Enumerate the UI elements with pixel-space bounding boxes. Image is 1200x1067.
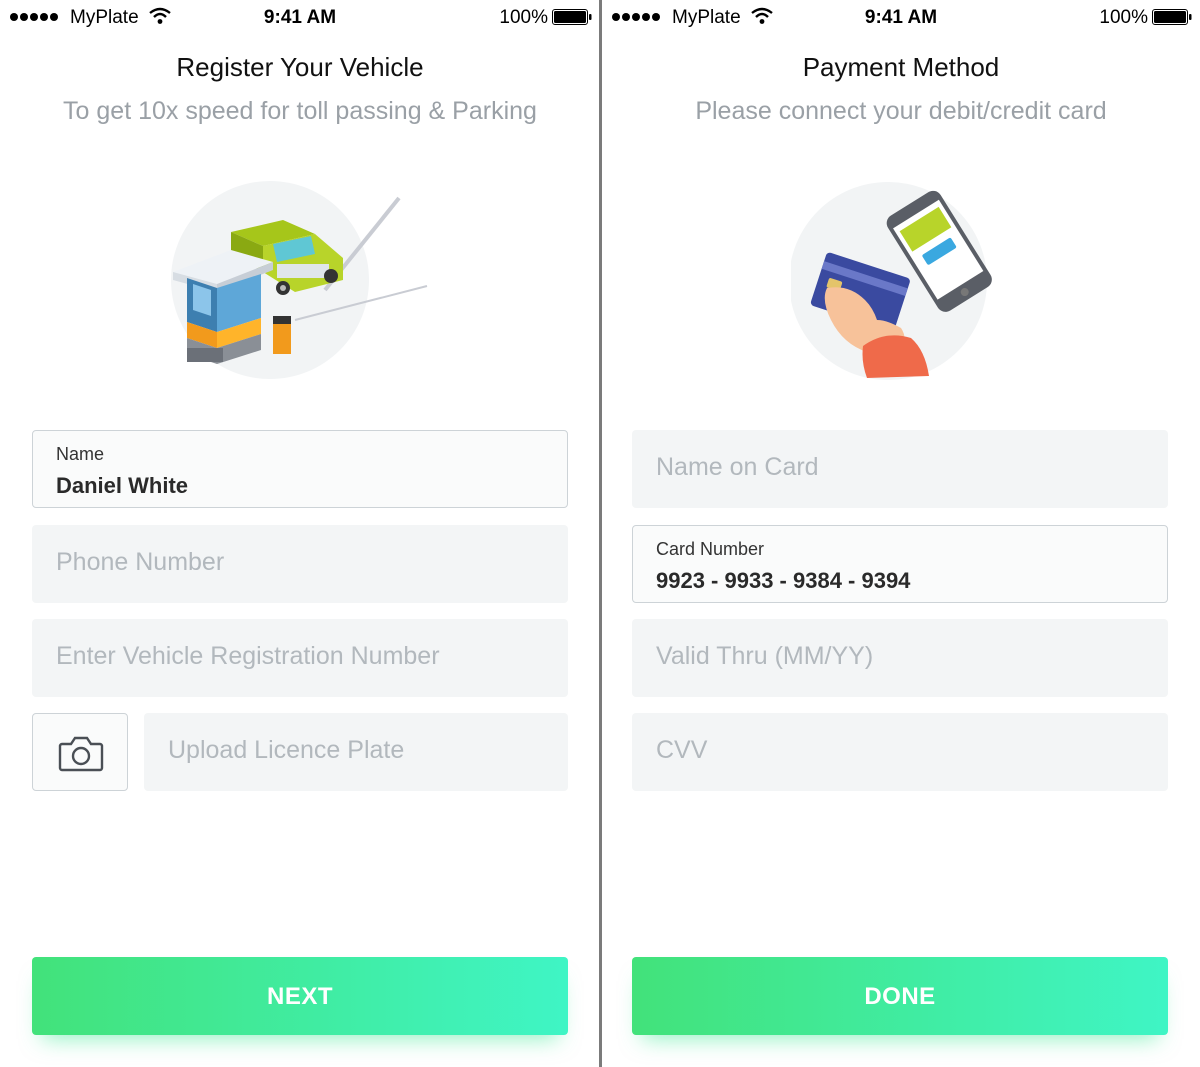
name-on-card-input[interactable]: Name on Card	[632, 430, 1168, 508]
card-payment-illustration	[602, 180, 1200, 390]
upload-licence-plate-input[interactable]: Upload Licence Plate	[144, 713, 568, 791]
camera-icon	[58, 736, 104, 772]
name-on-card-placeholder: Name on Card	[656, 453, 819, 481]
toll-booth-car-image	[171, 181, 428, 379]
register-vehicle-screen: MyPlate 9:41 AM 100% Register Your Vehic…	[0, 0, 600, 1067]
card-number-label: Card Number	[656, 539, 765, 559]
card-number-field[interactable]: Card Number 9923 - 9933 - 9384 - 9394	[632, 525, 1168, 603]
vehicle-registration-placeholder: Enter Vehicle Registration Number	[56, 642, 440, 670]
valid-thru-input[interactable]: Valid Thru (MM/YY)	[632, 619, 1168, 697]
page-title: Register Your Vehicle	[176, 52, 424, 82]
hand-card-phone-image	[791, 182, 992, 380]
page-title: Payment Method	[802, 52, 1000, 82]
upload-licence-plate-placeholder: Upload Licence Plate	[168, 736, 405, 764]
phone-number-input[interactable]: Phone Number	[32, 525, 568, 603]
toll-booth-illustration	[0, 180, 600, 390]
status-bar: MyPlate 9:41 AM 100%	[602, 0, 1200, 34]
card-number-value: 9923 - 9933 - 9384 - 9394	[656, 568, 911, 593]
name-field[interactable]: Name Daniel White	[32, 430, 568, 508]
vehicle-registration-input[interactable]: Enter Vehicle Registration Number	[32, 619, 568, 697]
battery-icon	[552, 9, 592, 25]
page-subtitle: To get 10x speed for toll passing & Park…	[63, 97, 537, 125]
camera-button[interactable]	[32, 713, 128, 791]
done-button-label: DONE	[864, 983, 936, 1010]
name-label: Name	[56, 444, 105, 464]
cvv-placeholder: CVV	[656, 736, 708, 764]
payment-method-screen: MyPlate 9:41 AM 100% Payment Method Plea…	[602, 0, 1200, 1067]
next-button-label: NEXT	[266, 983, 333, 1010]
battery-percent: 100%	[499, 7, 548, 28]
page-subtitle: Please connect your debit/credit card	[695, 97, 1107, 125]
cvv-input[interactable]: CVV	[632, 713, 1168, 791]
phone-number-placeholder: Phone Number	[56, 548, 225, 576]
status-bar: MyPlate 9:41 AM 100%	[0, 0, 600, 34]
battery-percent: 100%	[1099, 7, 1148, 28]
valid-thru-placeholder: Valid Thru (MM/YY)	[656, 642, 874, 670]
done-button[interactable]: DONE	[632, 957, 1168, 1035]
next-button[interactable]: NEXT	[32, 957, 568, 1035]
battery-icon	[1152, 9, 1192, 25]
name-value: Daniel White	[56, 473, 189, 498]
